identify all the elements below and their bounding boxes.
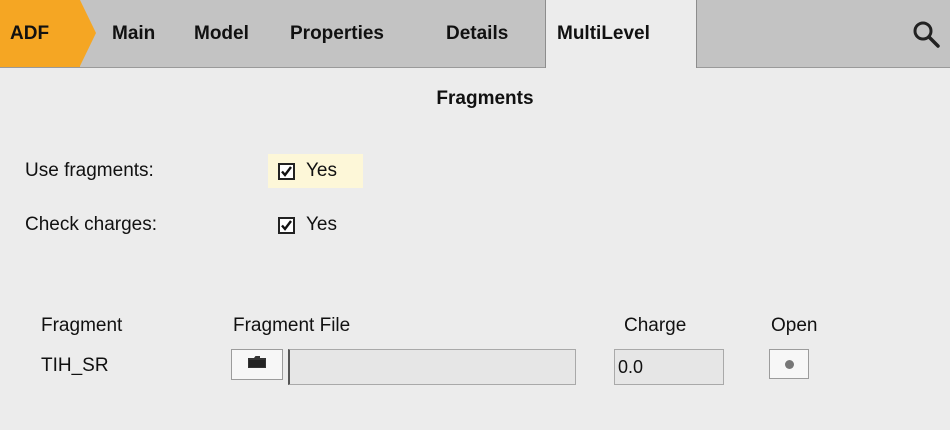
column-header-fragment: Fragment: [41, 315, 123, 336]
checkbox-box[interactable]: [278, 162, 295, 180]
tab-details[interactable]: Details: [446, 0, 508, 67]
tab-model[interactable]: Model: [194, 0, 249, 67]
column-header-charge: Charge: [624, 315, 687, 336]
fragment-file-input[interactable]: [288, 349, 576, 385]
browse-file-button[interactable]: [231, 349, 283, 380]
search-icon[interactable]: [912, 20, 940, 48]
check-charges-label: Check charges:: [25, 214, 158, 235]
fragment-name: TIH_SR: [41, 355, 109, 376]
charge-input[interactable]: 0.0: [614, 349, 724, 385]
use-fragments-checkbox[interactable]: Yes: [268, 154, 363, 188]
open-button[interactable]: [769, 349, 809, 379]
check-charges-value: Yes: [306, 214, 337, 235]
column-header-open: Open: [771, 315, 818, 336]
use-fragments-label: Use fragments:: [25, 160, 154, 181]
check-charges-checkbox[interactable]: Yes: [268, 208, 363, 242]
tab-adf[interactable]: ADF: [0, 0, 80, 67]
use-fragments-value: Yes: [306, 160, 337, 181]
folder-icon: [247, 355, 267, 374]
section-title: Fragments: [436, 88, 534, 109]
column-header-fragment-file: Fragment File: [233, 315, 351, 336]
tab-multilevel[interactable]: MultiLevel: [545, 0, 697, 68]
tab-main[interactable]: Main: [112, 0, 155, 67]
tab-properties[interactable]: Properties: [290, 0, 384, 67]
tab-bar: ADF Main Model Properties Details MultiL…: [0, 0, 950, 68]
adf-tab-arrow: [80, 0, 96, 66]
dot-icon: [784, 359, 794, 369]
checkbox-box[interactable]: [278, 216, 295, 234]
